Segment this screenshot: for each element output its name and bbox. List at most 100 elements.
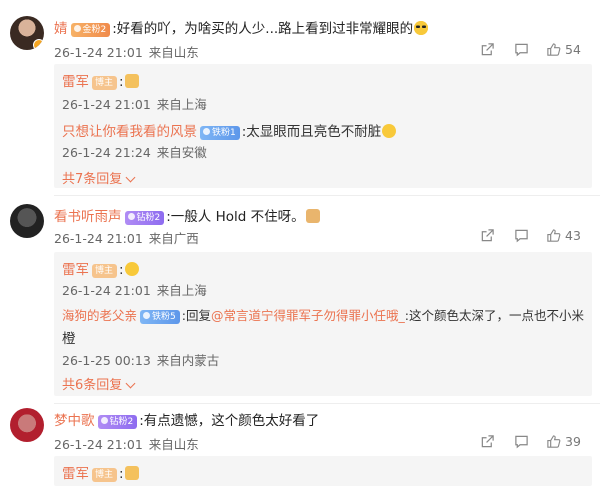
reply-line: 雷军 博主: [62,462,139,482]
verified-badge-icon [33,39,44,50]
like-button[interactable]: 43 [546,228,581,243]
like-count: 43 [565,228,581,243]
comment-date: 26-1-24 21:01 [54,45,143,60]
thumbs-up-emoji-icon [124,74,139,88]
reply-date: 26-1-24 21:01 [62,97,151,112]
chevron-down-icon [125,378,136,389]
reply-text: : [119,466,124,482]
reply-meta: 26-1-25 00:13 来自内蒙古 [62,350,219,369]
reply-username[interactable]: 雷军 [62,74,89,90]
comment-username[interactable]: 梦中歌 [54,413,95,429]
comment-button[interactable] [514,42,529,57]
like-icon [547,43,561,56]
reply-line: 海狗的老父亲 铁粉5:回复@常言道宁得罪军子勿得罪小任哦_:这个颜色太深了，一点也… [62,305,584,324]
share-button[interactable] [480,228,495,243]
fan-badge: 铁粉5 [140,310,180,324]
comment-actions: 43 [480,228,592,244]
like-button[interactable]: 39 [546,434,581,449]
comment-location: 来自山东 [148,45,199,60]
reply-location: 来自上海 [156,283,207,298]
like-icon [547,435,561,448]
reply-line-continued: 橙 [62,327,76,347]
comment-date: 26-1-24 21:01 [54,437,143,452]
like-count: 54 [565,42,581,57]
like-icon [547,229,561,242]
reply-box: 雷军 博主: 26-1-24 21:01 来自上海 只想让你看我看的风景 铁粉1:太显… [54,64,592,188]
reply-text: :太显眼而且亮色不耐脏 [241,124,382,140]
grin-emoji-icon [124,262,139,276]
chevron-down-icon [125,172,136,183]
reply-text: : [119,74,124,90]
thumbs-up-emoji-icon [124,466,139,480]
laughing-emoji-icon [382,124,397,138]
fan-badge: 钻粉2 [97,415,138,429]
share-icon [481,43,494,56]
comment-item: 婧金粉2:好看的吖，为啥买的人少...路上看到过非常耀眼的 26-1-24 21… [0,0,600,196]
reply-line: 雷军 博主: [62,258,139,278]
more-replies-link[interactable]: 共6条回复 [62,374,136,393]
host-badge: 博主 [92,264,118,278]
reply-username[interactable]: 海狗的老父亲 [62,308,137,323]
host-badge: 博主 [92,76,118,90]
share-button[interactable] [480,434,495,449]
comment-text: :一般人 Hold 不住呀。 [166,209,305,225]
cat-emoji-icon [305,209,320,223]
reply-box: 雷军 博主: 26-1-24 21:01 来自上海 海狗的老父亲 铁粉5:回复@常言道… [54,252,592,396]
comment-actions: 54 [480,42,592,58]
reply-date: 26-1-24 21:01 [62,283,151,298]
share-button[interactable] [480,42,495,57]
comment-line: 婧金粉2:好看的吖，为啥买的人少...路上看到过非常耀眼的 [54,17,429,37]
comment-text: :好看的吖，为啥买的人少...路上看到过非常耀眼的 [112,21,414,37]
avatar[interactable] [10,204,44,238]
share-icon [481,435,494,448]
comment-username[interactable]: 看书听雨声 [54,209,122,225]
like-button[interactable]: 54 [546,42,581,57]
reply-username[interactable]: 雷军 [62,262,89,278]
reply-text: : [119,262,124,278]
reply-username[interactable]: 雷军 [62,466,89,482]
fan-badge: 金粉2 [70,23,111,37]
reply-username[interactable]: 只想让你看我看的风景 [62,124,197,140]
reply-text: :这个颜色太深了，一点也不小米 [404,308,584,323]
comment-item: 看书听雨声 钻粉2:一般人 Hold 不住呀。 26-1-24 21:01 来自广西… [0,196,600,404]
avatar[interactable] [10,16,44,50]
reply-line: 只想让你看我看的风景 铁粉1:太显眼而且亮色不耐脏 [62,120,397,140]
fan-badge: 钻粉2 [124,211,165,225]
reply-line: 雷军 博主: [62,70,139,90]
comment-button[interactable] [514,434,529,449]
like-count: 39 [565,434,581,449]
reply-location: 来自安徽 [156,145,207,160]
comment-icon [515,43,528,57]
comment-button[interactable] [514,228,529,243]
more-replies-link[interactable]: 共7条回复 [62,168,136,187]
comment-meta: 26-1-24 21:01 来自山东 [54,434,199,453]
fan-badge: 铁粉1 [200,126,240,140]
comment-username[interactable]: 婧 [54,21,68,37]
reply-meta: 26-1-24 21:24 来自安徽 [62,142,207,161]
comment-meta: 26-1-24 21:01 来自广西 [54,228,199,247]
comment-icon [515,229,528,243]
reply-date: 26-1-24 21:24 [62,145,151,160]
comment-meta: 26-1-24 21:01 来自山东 [54,42,199,61]
reply-date: 26-1-25 00:13 [62,353,151,368]
comment-feed: 婧金粉2:好看的吖，为啥买的人少...路上看到过非常耀眼的 26-1-24 21… [0,0,600,486]
comment-icon [515,435,528,449]
comment-location: 来自广西 [148,231,199,246]
comment-actions: 39 [480,434,592,450]
reply-location: 来自内蒙古 [156,353,220,368]
reply-meta: 26-1-24 21:01 来自上海 [62,280,207,299]
reply-location: 来自上海 [156,97,207,112]
share-icon [481,229,494,242]
comment-line: 梦中歌 钻粉2:有点遗憾，这个颜色太好看了 [54,409,319,429]
comment-line: 看书听雨声 钻粉2:一般人 Hold 不住呀。 [54,205,320,225]
comment-location: 来自山东 [148,437,199,452]
reply-text: 橙 [62,331,76,347]
comment-date: 26-1-24 21:01 [54,231,143,246]
reply-mention-link[interactable]: @常言道宁得罪军子勿得罪小任哦_ [211,308,405,323]
host-badge: 博主 [92,468,118,482]
sunglasses-emoji-icon [414,21,429,35]
reply-text-prefix: :回复 [181,308,211,323]
comment-text: :有点遗憾，这个颜色太好看了 [139,413,320,429]
avatar[interactable] [10,408,44,442]
comment-item: 梦中歌 钻粉2:有点遗憾，这个颜色太好看了 26-1-24 21:01 来自山东 3… [0,404,600,486]
